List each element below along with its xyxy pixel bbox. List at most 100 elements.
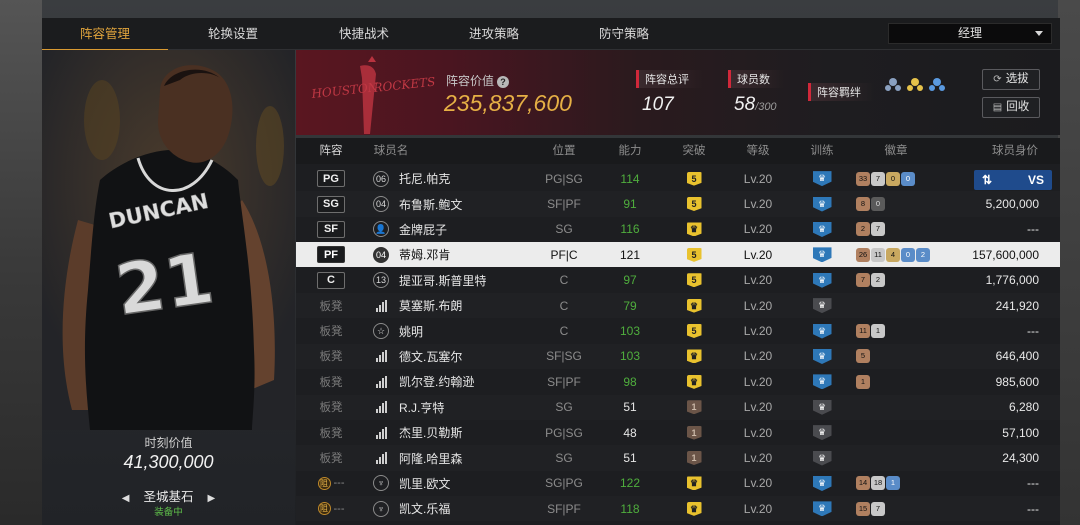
badges-cell[interactable]: 72 bbox=[856, 268, 885, 293]
player-name[interactable]: 凯里.欧文 bbox=[399, 471, 450, 496]
table-row[interactable]: SF 👤 金牌屁子 SG 116 ♛ Lv.20 ♛ 27 --- bbox=[296, 217, 1060, 242]
training-icon[interactable]: ♛ bbox=[812, 399, 832, 415]
table-row[interactable]: 板凳 ☆ 姚明 C 103 5 Lv.20 ♛ 11 1 --- bbox=[296, 318, 1060, 343]
table-row[interactable]: 阻 --- ♆ 凯里.欧文 SG|PG 122 ♛ Lv.20 ♛ 14 18 1 -… bbox=[296, 471, 1060, 496]
training-icon[interactable]: ♛ bbox=[812, 450, 832, 466]
table-row[interactable]: 板凳 阿隆.哈里森 SG 51 1 Lv.20 ♛ 24,300 bbox=[296, 445, 1060, 471]
tab-rotation[interactable]: 轮换设置 bbox=[170, 18, 296, 50]
slot-badge[interactable]: SF bbox=[317, 220, 345, 238]
jersey-number: 21 bbox=[111, 237, 219, 332]
player-name[interactable]: 蒂姆.邓肯 bbox=[399, 242, 450, 267]
tab-defense[interactable]: 防守策略 bbox=[559, 18, 689, 50]
breakthrough-badge[interactable]: 5 bbox=[686, 247, 702, 262]
badges-cell[interactable]: 15 7 bbox=[856, 496, 885, 521]
slot-bench[interactable]: 板凳 bbox=[320, 374, 343, 390]
slot-badge[interactable]: SG bbox=[317, 195, 345, 213]
breakthrough-badge[interactable]: ♛ bbox=[686, 476, 702, 491]
col-ability: 能力 bbox=[618, 145, 642, 157]
player-name[interactable]: 德文.瓦塞尔 bbox=[399, 344, 462, 369]
table-row[interactable]: PG 06 托尼.帕克 PG|SG 114 5 Lv.20 ♛ 33 7 0 0 bbox=[296, 166, 1060, 191]
training-icon[interactable]: ♛ bbox=[812, 196, 832, 212]
slot-badge[interactable]: PG bbox=[317, 170, 345, 188]
breakthrough-badge[interactable]: ♛ bbox=[686, 298, 702, 313]
tab-offense[interactable]: 进攻策略 bbox=[429, 18, 559, 50]
player-name[interactable]: 凯尔登.约翰逊 bbox=[399, 369, 474, 394]
slot-bench[interactable]: 板凳 bbox=[320, 348, 343, 364]
badges-cell[interactable]: 14 18 1 bbox=[856, 471, 900, 496]
table-row[interactable]: 阻 --- ♆ 凯文.乐福 SF|PF 118 ♛ Lv.20 ♛ 15 7 --- bbox=[296, 496, 1060, 522]
vs-button[interactable]: ⇅ VS bbox=[974, 170, 1052, 190]
slot-cell: SG bbox=[296, 191, 366, 216]
player-name[interactable]: 托尼.帕克 bbox=[399, 166, 450, 191]
slot-bench[interactable]: 板凳 bbox=[320, 323, 343, 339]
training-icon[interactable]: ♛ bbox=[812, 247, 832, 263]
breakthrough-badge[interactable]: 5 bbox=[686, 273, 702, 288]
player-name[interactable]: R.J.亨特 bbox=[399, 395, 444, 420]
bonds-icons[interactable] bbox=[883, 74, 953, 96]
tab-quick-tactics[interactable]: 快捷战术 bbox=[299, 18, 429, 50]
slot-badge[interactable]: C bbox=[317, 271, 345, 289]
prev-arrow-icon[interactable]: ◀ bbox=[122, 493, 130, 504]
badges-cell[interactable]: 26 11 4 0 2 bbox=[856, 242, 930, 267]
next-arrow-icon[interactable]: ▶ bbox=[208, 493, 216, 504]
table-row[interactable]: 板凳 杰里.贝勒斯 PG|SG 48 1 Lv.20 ♛ 57,100 bbox=[296, 420, 1060, 445]
slot-empty[interactable]: --- bbox=[334, 477, 345, 489]
badge-count: 14 bbox=[856, 476, 870, 491]
help-icon[interactable]: ? bbox=[497, 76, 510, 88]
player-name[interactable]: 杰里.贝勒斯 bbox=[399, 420, 462, 445]
table-row[interactable]: 板凳 莫塞斯.布朗 C 79 ♛ Lv.20 ♛ 241,920 bbox=[296, 293, 1060, 319]
player-name[interactable]: 莫塞斯.布朗 bbox=[399, 293, 462, 318]
table-row[interactable]: SG 04 布鲁斯.鲍文 SF|PF 91 5 Lv.20 ♛ 80 5,200… bbox=[296, 191, 1060, 217]
badges-cell[interactable]: 33 7 0 0 bbox=[856, 166, 915, 191]
training-icon[interactable]: ♛ bbox=[812, 171, 832, 187]
slot-bench[interactable]: 板凳 bbox=[320, 298, 343, 314]
training-icon[interactable]: ♛ bbox=[812, 221, 832, 237]
table-row[interactable]: 板凳 德文.瓦塞尔 SF|SG 103 ♛ Lv.20 ♛ 5 646,400 bbox=[296, 343, 1060, 370]
training-icon[interactable]: ♛ bbox=[812, 348, 832, 364]
breakthrough-badge[interactable]: 5 bbox=[686, 171, 702, 186]
breakthrough-badge[interactable]: 1 bbox=[686, 451, 702, 466]
badges-cell[interactable]: 1 bbox=[856, 369, 870, 394]
badge-count: 7 bbox=[871, 171, 885, 186]
training-icon[interactable]: ♛ bbox=[812, 323, 832, 339]
training-icon[interactable]: ♛ bbox=[812, 475, 832, 491]
training-icon[interactable]: ♛ bbox=[812, 425, 832, 441]
select-button[interactable]: ⟳ 选拔 bbox=[982, 69, 1040, 90]
slot-bench[interactable]: 板凳 bbox=[320, 425, 343, 441]
breakthrough-badge[interactable]: 1 bbox=[686, 425, 702, 440]
recycle-button[interactable]: ▤ 回收 bbox=[982, 97, 1040, 118]
slot-empty[interactable]: --- bbox=[334, 503, 345, 515]
slot-badge[interactable]: PF bbox=[317, 246, 345, 264]
slot-bench[interactable]: 板凳 bbox=[320, 399, 343, 415]
breakthrough-badge[interactable]: ♛ bbox=[686, 501, 702, 516]
breakthrough-badge[interactable]: 5 bbox=[686, 324, 702, 339]
player-name[interactable]: 凯文.乐福 bbox=[399, 496, 450, 521]
table-row[interactable]: 板凳 R.J.亨特 SG 51 1 Lv.20 ♛ 6,280 bbox=[296, 394, 1060, 420]
player-name[interactable]: 布鲁斯.鲍文 bbox=[399, 191, 462, 216]
slot-bench[interactable]: 板凳 bbox=[320, 450, 343, 466]
breakthrough-badge[interactable]: ♛ bbox=[686, 222, 702, 237]
training-icon[interactable]: ♛ bbox=[812, 501, 832, 517]
bond-icon-1 bbox=[885, 78, 902, 91]
badges-cell[interactable]: 80 bbox=[856, 191, 885, 216]
player-name[interactable]: 姚明 bbox=[399, 318, 423, 343]
badges-cell[interactable]: 27 bbox=[856, 217, 885, 242]
breakthrough-badge[interactable]: 1 bbox=[686, 400, 702, 415]
breakthrough-badge[interactable]: ♛ bbox=[686, 349, 702, 364]
table-row[interactable]: PF 04 蒂姆.邓肯 PF|C 121 5 Lv.20 ♛ 26 11 4 0 2 1… bbox=[296, 242, 1060, 268]
manager-dropdown[interactable]: 经理 bbox=[888, 23, 1052, 44]
table-row[interactable]: 板凳 凯尔登.约翰逊 SF|PF 98 ♛ Lv.20 ♛ 1 985,600 bbox=[296, 369, 1060, 394]
breakthrough-badge[interactable]: ♛ bbox=[686, 374, 702, 389]
badges-cell[interactable]: 5 bbox=[856, 344, 870, 369]
slot-cell: 板凳 bbox=[296, 344, 366, 369]
player-name[interactable]: 金牌屁子 bbox=[399, 217, 447, 242]
breakthrough-badge[interactable]: 5 bbox=[686, 197, 702, 212]
player-name[interactable]: 提亚哥.斯普里特 bbox=[399, 268, 486, 293]
badges-cell[interactable]: 11 1 bbox=[856, 318, 885, 343]
training-icon[interactable]: ♛ bbox=[812, 298, 832, 314]
table-row[interactable]: C 13 提亚哥.斯普里特 C 97 5 Lv.20 ♛ 72 1,776,00… bbox=[296, 268, 1060, 293]
training-icon[interactable]: ♛ bbox=[812, 374, 832, 390]
tab-lineup[interactable]: 阵容管理 bbox=[42, 18, 168, 51]
player-name[interactable]: 阿隆.哈里森 bbox=[399, 445, 462, 470]
training-icon[interactable]: ♛ bbox=[812, 272, 832, 288]
